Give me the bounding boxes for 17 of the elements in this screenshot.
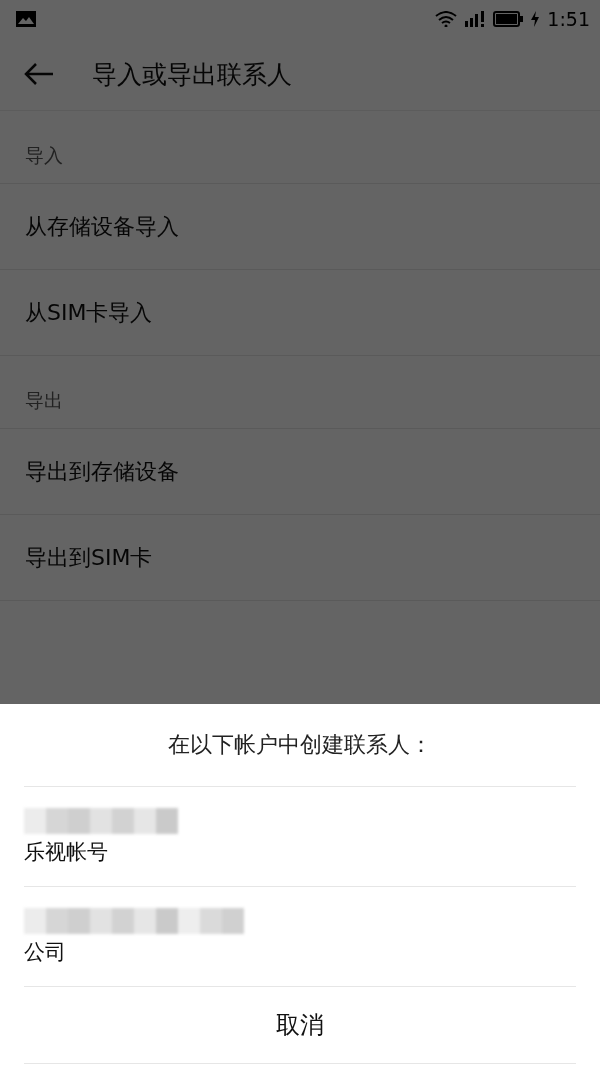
menu-item[interactable]: 从SIM卡导入 <box>0 270 600 356</box>
wifi-icon <box>435 11 458 27</box>
page-title: 导入或导出联系人 <box>92 58 292 91</box>
menu-item[interactable]: 导出到SIM卡 <box>0 515 600 601</box>
menu-item[interactable]: 导出到存储设备 <box>0 429 600 515</box>
section-header: 导入 <box>25 143 63 168</box>
status-time: 1:51 <box>547 8 590 30</box>
signal-icon <box>465 11 486 27</box>
charging-icon <box>531 11 540 27</box>
menu-item[interactable]: 从存储设备导入 <box>0 184 600 270</box>
section-header: 导出 <box>25 388 63 413</box>
sheet-title: 在以下帐户中创建联系人： <box>24 704 576 787</box>
account-option[interactable]: 公司 <box>24 887 576 987</box>
battery-icon <box>493 11 524 27</box>
image-icon <box>16 11 36 27</box>
back-arrow-icon[interactable] <box>24 62 54 86</box>
account-option[interactable]: 乐视帐号 <box>24 787 576 887</box>
